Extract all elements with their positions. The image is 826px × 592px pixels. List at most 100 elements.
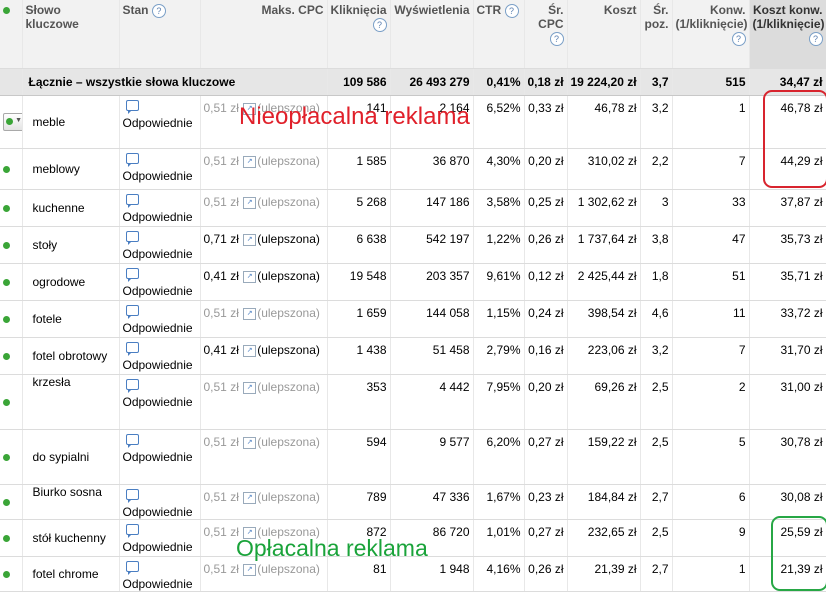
status-dropdown[interactable]: ▼ [3, 113, 21, 131]
status-dot-cell[interactable] [0, 263, 23, 301]
status-dot-icon[interactable] [3, 454, 10, 461]
header-conv[interactable]: Konw. (1/kliknięcie)? [672, 0, 750, 69]
keyword-cell[interactable]: fotel obrotowy [22, 337, 120, 375]
keyword-cell[interactable]: meblowy [22, 148, 120, 190]
header-avg-cpc[interactable]: Śr. CPC? [524, 0, 568, 69]
avg-pos-cell: 3,8 [640, 226, 673, 264]
speech-bubble-icon[interactable] [125, 524, 139, 538]
status-cell: Odpowiednie [119, 263, 201, 301]
keyword-cell[interactable]: ogrodowe [22, 263, 120, 301]
max-cpc-cell[interactable]: 0,51 zł ↗ (ulepszona) [200, 300, 328, 338]
chart-icon[interactable]: ↗ [243, 491, 257, 504]
profitable-annotation: Opłacalna reklama [236, 535, 428, 561]
chart-icon[interactable]: ↗ [243, 344, 257, 357]
header-impressions[interactable]: Wyświetlenia [390, 0, 474, 69]
chart-icon[interactable]: ↗ [243, 436, 257, 449]
status-dot-icon[interactable] [3, 571, 10, 578]
help-icon[interactable]: ? [808, 31, 823, 46]
status-dot-cell[interactable] [0, 337, 23, 375]
chart-icon[interactable]: ↗ [243, 307, 257, 320]
chart-icon[interactable]: ↗ [243, 563, 257, 576]
max-cpc-cell[interactable]: 0,51 zł ↗ (ulepszona) [200, 374, 328, 430]
chart-icon[interactable]: ↗ [243, 270, 257, 283]
status-dot-cell[interactable] [0, 226, 23, 264]
max-cpc-cell[interactable]: 0,51 zł ↗ (ulepszona) [200, 148, 328, 190]
keyword-cell[interactable]: do sypialni [22, 429, 120, 485]
status-dot-icon[interactable] [3, 499, 10, 506]
status-dot-cell[interactable] [0, 484, 23, 520]
status-dot-icon[interactable] [3, 166, 10, 173]
status-dot-header[interactable] [0, 0, 23, 69]
chart-icon[interactable]: ↗ [243, 196, 257, 209]
max-cpc-cell[interactable]: 0,41 zł ↗ (ulepszona) [200, 263, 328, 301]
status-dot-cell[interactable] [0, 300, 23, 338]
status-dot-cell[interactable] [0, 148, 23, 190]
max-cpc-cell[interactable]: 0,51 zł ↗ (ulepszona) [200, 189, 328, 227]
header-status[interactable]: Stan ? [119, 0, 201, 69]
header-ctr[interactable]: CTR ? [473, 0, 525, 69]
keyword-cell[interactable]: stół kuchenny [22, 519, 120, 557]
status-dot-icon[interactable] [3, 242, 10, 249]
conv-cell: 7 [672, 337, 750, 375]
speech-bubble-icon[interactable] [125, 305, 139, 319]
speech-bubble-icon[interactable] [125, 342, 139, 356]
table-row: krzesła Odpowiednie 0,51 zł ↗ (ulepszona) 35… [0, 374, 826, 430]
keyword-cell[interactable]: fotel chrome [22, 556, 120, 592]
status-dot-cell[interactable] [0, 556, 23, 592]
speech-bubble-icon[interactable] [125, 231, 139, 245]
keyword-cell[interactable]: kuchenne [22, 189, 120, 227]
max-cpc-cell[interactable]: 0,51 zł ↗ (ulepszona) [200, 429, 328, 485]
header-cost[interactable]: Koszt [567, 0, 641, 69]
avg-cpc-cell: 0,26 zł [524, 556, 568, 592]
max-cpc-cell[interactable]: 0,41 zł ↗ (ulepszona) [200, 337, 328, 375]
speech-bubble-icon[interactable] [125, 100, 139, 114]
status-dot-icon[interactable] [3, 535, 10, 542]
keyword-cell[interactable]: Biurko sosna [22, 484, 120, 520]
help-icon[interactable]: ? [372, 17, 387, 32]
chart-icon[interactable]: ↗ [243, 155, 257, 168]
header-cost-conv[interactable]: Koszt konw. (1/kliknięcie)? [749, 0, 826, 69]
header-avg-pos[interactable]: Śr. poz. [640, 0, 673, 69]
header-keyword[interactable]: Słowo kluczowe [22, 0, 120, 69]
help-icon[interactable]: ? [151, 3, 166, 18]
speech-bubble-icon[interactable] [125, 561, 139, 575]
help-icon[interactable]: ? [549, 31, 564, 46]
header-clicks[interactable]: Kliknięcia? [327, 0, 391, 69]
status-dot-icon[interactable] [3, 399, 10, 406]
status-dot-icon[interactable] [3, 353, 10, 360]
speech-bubble-icon[interactable] [125, 194, 139, 208]
header-max-cpc[interactable]: Maks. CPC [200, 0, 328, 69]
status-cell: Odpowiednie [119, 484, 201, 520]
help-icon[interactable]: ? [504, 3, 519, 18]
status-cell: Odpowiednie [119, 95, 201, 149]
chart-icon[interactable]: ↗ [243, 381, 257, 394]
status-dot-cell[interactable] [0, 189, 23, 227]
cost-cell: 69,26 zł [567, 374, 641, 430]
speech-bubble-icon[interactable] [125, 434, 139, 448]
status-dot-cell[interactable] [0, 374, 23, 430]
status-dot-cell[interactable] [0, 519, 23, 557]
speech-bubble-icon[interactable] [125, 268, 139, 282]
keyword-cell[interactable]: meble [22, 95, 120, 149]
speech-bubble-icon[interactable] [125, 153, 139, 167]
max-cpc-cell[interactable]: 0,51 zł ↗ (ulepszona) [200, 484, 328, 520]
cost-cell: 2 425,44 zł [567, 263, 641, 301]
keyword-cell[interactable]: fotele [22, 300, 120, 338]
ctr-cell: 3,58% [473, 189, 525, 227]
status-dot-icon[interactable] [3, 279, 10, 286]
keyword-cell[interactable]: stoły [22, 226, 120, 264]
status-dot-cell[interactable] [0, 429, 23, 485]
cost-conv-cell: 30,08 zł [749, 484, 826, 520]
status-dot-icon[interactable] [3, 205, 10, 212]
cost-conv-cell: 31,70 zł [749, 337, 826, 375]
conv-cell: 47 [672, 226, 750, 264]
speech-bubble-icon[interactable] [125, 489, 139, 503]
help-icon[interactable]: ? [731, 31, 746, 46]
cost-cell: 223,06 zł [567, 337, 641, 375]
status-dot-cell[interactable]: ▼ [0, 95, 23, 149]
keyword-cell[interactable]: krzesła [22, 374, 120, 430]
chart-icon[interactable]: ↗ [243, 233, 257, 246]
speech-bubble-icon[interactable] [125, 379, 139, 393]
status-dot-icon[interactable] [3, 316, 10, 323]
max-cpc-cell[interactable]: 0,71 zł ↗ (ulepszona) [200, 226, 328, 264]
